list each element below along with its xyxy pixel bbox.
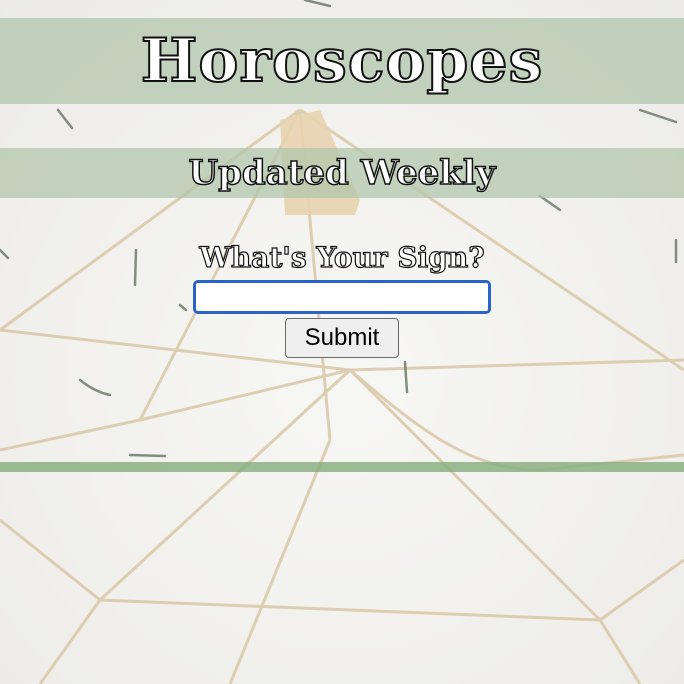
submit-button[interactable]: Submit	[285, 318, 399, 358]
page-title: Horoscopes	[140, 25, 544, 97]
page-subtitle: Updated Weekly	[188, 152, 497, 194]
sign-form: What's Your Sign? Submit	[0, 238, 684, 358]
sign-label: What's Your Sign?	[199, 240, 485, 274]
section-divider	[0, 462, 684, 472]
sign-input[interactable]	[193, 280, 491, 314]
